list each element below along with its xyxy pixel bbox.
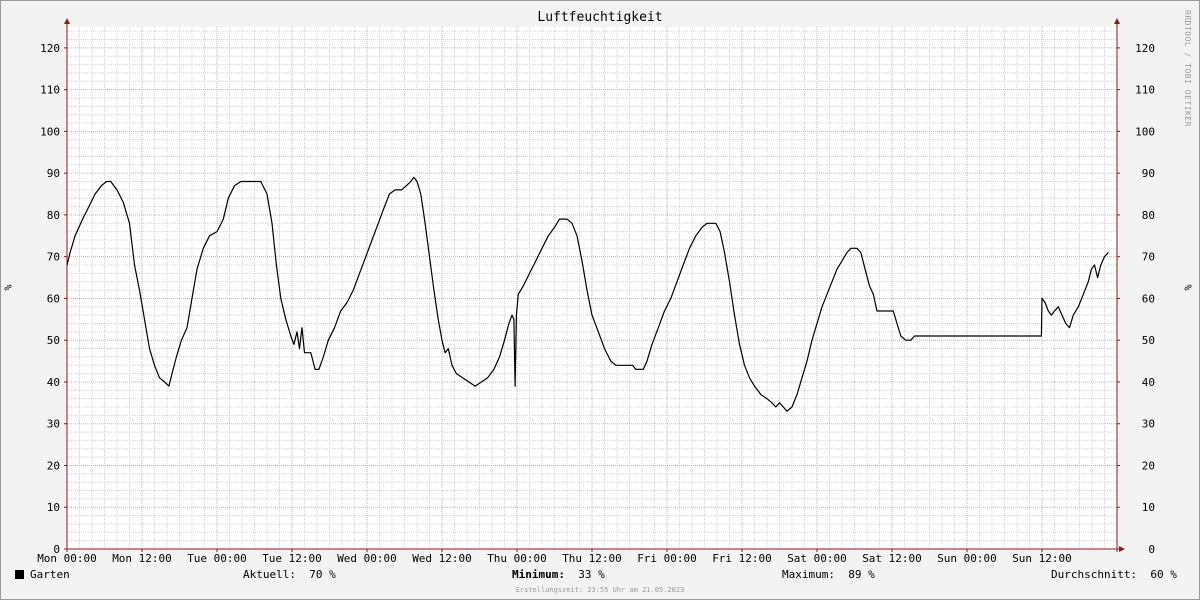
y-tick-label-right: 40 — [1142, 376, 1155, 389]
legend: Garten Aktuell: 70 % Minimum: 33 % Maxim… — [0, 568, 1200, 584]
y-tick-label-left: 80 — [47, 209, 60, 222]
stat-minimum-value: 33 % — [578, 568, 605, 581]
legend-series-name: Garten — [30, 568, 70, 581]
stat-maximum-label: Maximum: — [782, 568, 835, 581]
y-tick-label-right: 0 — [1148, 543, 1155, 556]
y-tick-label-left: 60 — [47, 292, 60, 305]
y-tick-label-right: 30 — [1142, 418, 1155, 431]
x-tick-label: Wed 12:00 — [412, 552, 472, 565]
y-axis-right-arrow — [1114, 18, 1120, 24]
y-tick-label-left: 50 — [47, 334, 60, 347]
creation-time-footer: Erstellungszeit: 23:55 Uhr am 21.05.2023 — [515, 586, 685, 594]
x-tick-label: Mon 00:00 — [37, 552, 97, 565]
y-tick-label-right: 90 — [1142, 167, 1155, 180]
stat-minimum-label: Minimum: — [512, 568, 565, 581]
stat-current-label: Aktuell: — [243, 568, 296, 581]
y-tick-label-right: 20 — [1142, 459, 1155, 472]
stat-maximum: Maximum: 89 % — [782, 568, 875, 581]
stat-average-value: 60 % — [1150, 568, 1177, 581]
x-tick-label: Fri 00:00 — [637, 552, 697, 565]
stat-maximum-value: 89 % — [848, 568, 875, 581]
y-tick-label-right: 70 — [1142, 251, 1155, 264]
y-tick-label-left: 110 — [40, 84, 60, 97]
x-tick-label: Mon 12:00 — [112, 552, 172, 565]
x-tick-label: Thu 12:00 — [562, 552, 622, 565]
legend-swatch — [15, 570, 24, 579]
stat-minimum: Minimum: 33 % — [512, 568, 605, 581]
stat-current: Aktuell: 70 % — [243, 568, 336, 581]
humidity-chart: 0 010 1020 2030 3040 4050 5060 6070 7080 8090 9010… — [37, 18, 1155, 565]
y-tick-label-left: 70 — [47, 251, 60, 264]
stat-current-value: 70 % — [309, 568, 336, 581]
y-tick-label-right: 100 — [1135, 125, 1155, 138]
y-tick-label-left: 10 — [47, 501, 60, 514]
x-tick-label: Tue 00:00 — [187, 552, 247, 565]
y-tick-label-left: 30 — [47, 418, 60, 431]
x-tick-label: Tue 12:00 — [262, 552, 322, 565]
y-tick-label-right: 50 — [1142, 334, 1155, 347]
y-axis-left-arrow — [64, 18, 70, 24]
stat-average: Durchschnitt: 60 % — [1051, 568, 1177, 581]
x-tick-label: Wed 00:00 — [337, 552, 397, 565]
x-tick-label: Fri 12:00 — [712, 552, 772, 565]
stat-average-label: Durchschnitt: — [1051, 568, 1138, 581]
x-tick-label: Sat 00:00 — [787, 552, 847, 565]
x-tick-label: Sun 00:00 — [937, 552, 997, 565]
y-tick-label-left: 40 — [47, 376, 60, 389]
x-tick-label: Thu 00:00 — [487, 552, 547, 565]
y-tick-label-left: 90 — [47, 167, 60, 180]
y-tick-label-right: 120 — [1135, 42, 1155, 55]
x-tick-label: Sun 12:00 — [1012, 552, 1072, 565]
y-tick-label-left: 120 — [40, 42, 60, 55]
y-tick-label-right: 110 — [1135, 84, 1155, 97]
x-tick-label: Sat 12:00 — [862, 552, 922, 565]
y-tick-label-left: 100 — [40, 125, 60, 138]
y-tick-label-right: 80 — [1142, 209, 1155, 222]
y-tick-label-right: 60 — [1142, 292, 1155, 305]
y-tick-label-left: 20 — [47, 459, 60, 472]
y-tick-label-right: 10 — [1142, 501, 1155, 514]
